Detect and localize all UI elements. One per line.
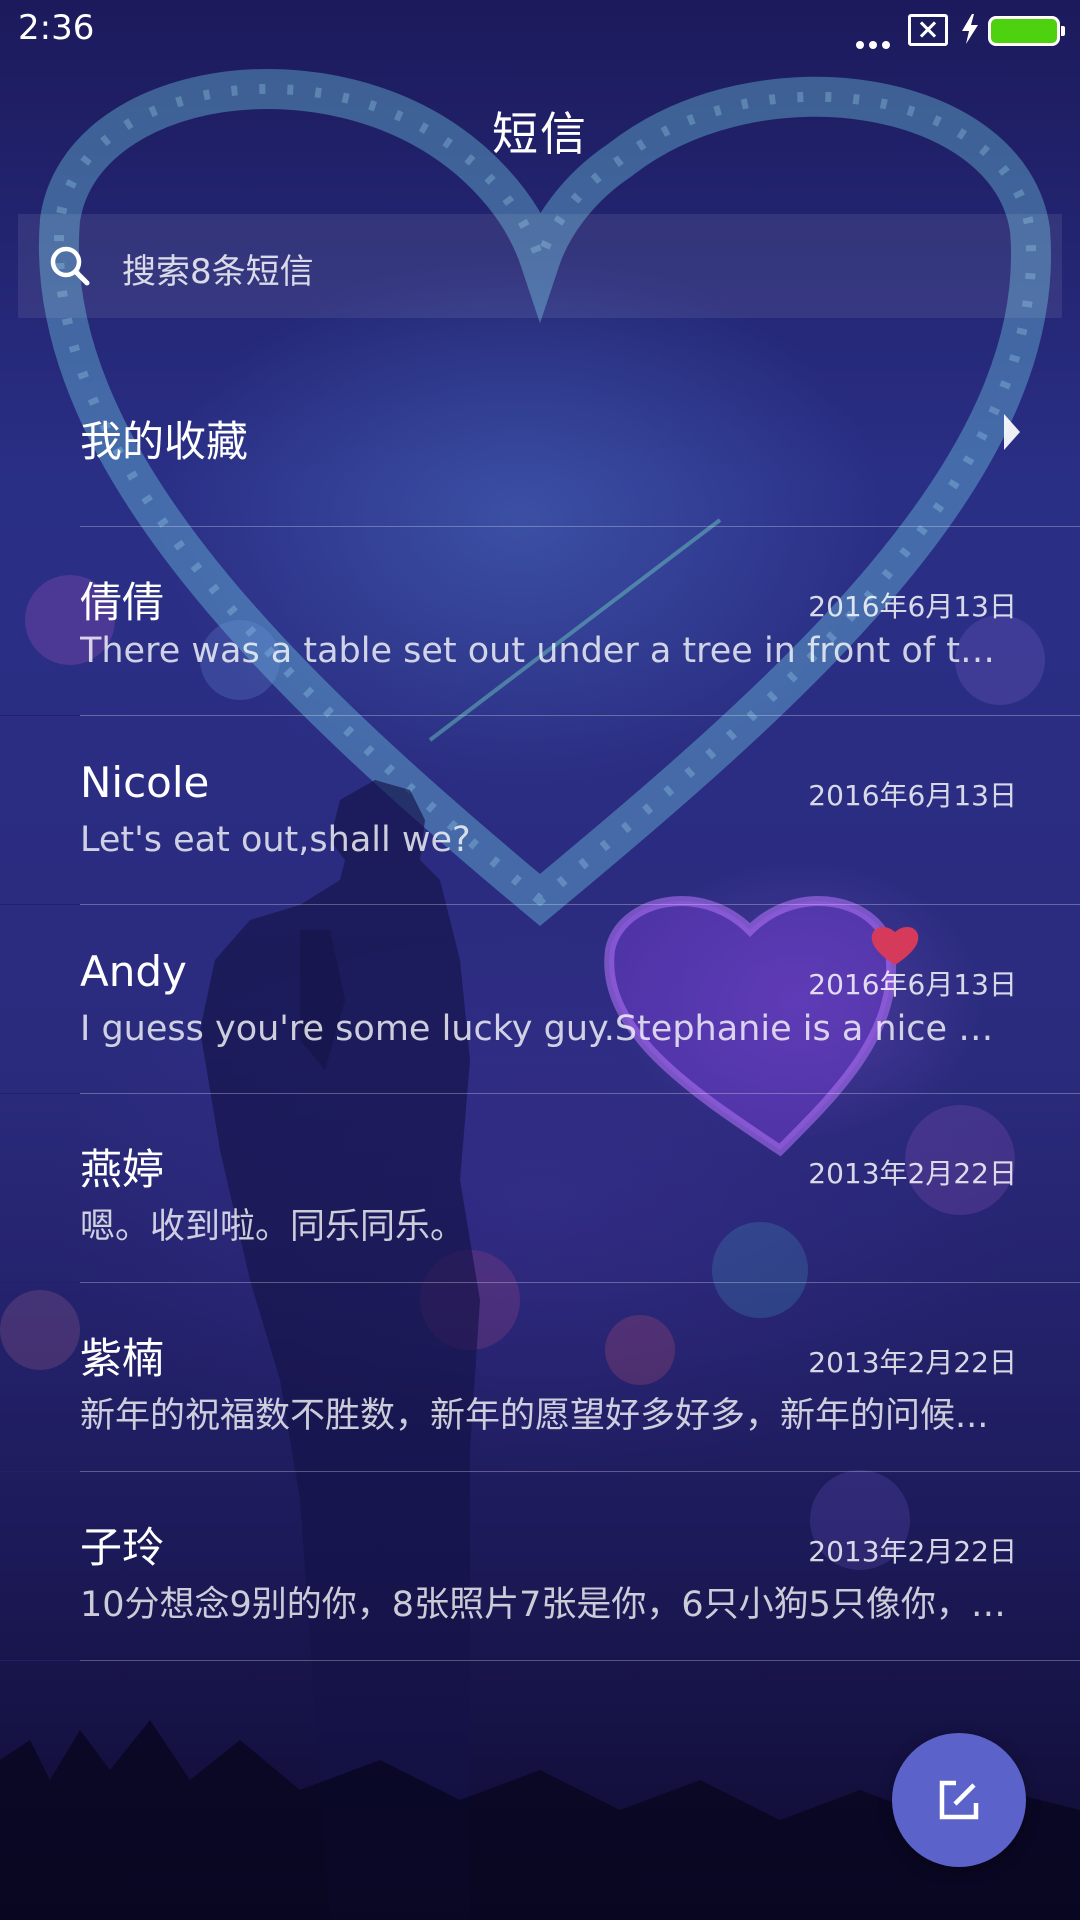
contact-name: 子玲 [80, 1523, 165, 1572]
conversation-item[interactable]: Nicole 2016年6月13日 Let's eat out,shall we… [0, 716, 1080, 905]
message-preview: 嗯。收到啦。同乐同乐。 [80, 1207, 466, 1247]
contact-name: 紫楠 [80, 1334, 165, 1383]
conversation-item[interactable]: 紫楠 2013年2月22日 新年的祝福数不胜数，新年的愿望好多好多，新年的问候.… [0, 1283, 1080, 1472]
sms-app-screen: 2:36 短信 搜索8条短信 我的收藏 倩倩 2016年6月13日 There … [0, 0, 1080, 1920]
search-bar[interactable]: 搜索8条短信 [18, 214, 1062, 318]
contact-name: 燕婷 [80, 1145, 165, 1194]
battery-icon [988, 16, 1065, 46]
message-preview: 新年的祝福数不胜数，新年的愿望好多好多，新年的问候... [80, 1396, 989, 1436]
conversation-item[interactable]: 子玲 2013年2月22日 10分想念9别的你，8张照片7张是你，6只小狗5只像… [0, 1472, 1080, 1661]
conversation-item[interactable]: 燕婷 2013年2月22日 嗯。收到啦。同乐同乐。 [0, 1094, 1080, 1283]
no-sim-icon [908, 14, 948, 46]
charging-bolt-icon [962, 14, 978, 44]
message-preview: Let's eat out,shall we? [80, 820, 471, 860]
message-preview: There was a table set out under a tree i… [80, 631, 1015, 671]
message-date: 2016年6月13日 [808, 968, 1017, 1001]
search-input-placeholder[interactable]: 搜索8条短信 [122, 244, 314, 293]
message-preview: I guess you're some lucky guy.Stephanie … [80, 1009, 1015, 1049]
contact-name: Nicole [80, 758, 210, 807]
compose-icon [939, 1780, 979, 1820]
message-date: 2013年2月22日 [808, 1157, 1017, 1190]
more-dots-icon [856, 34, 895, 53]
message-date: 2016年6月13日 [808, 590, 1017, 623]
contact-name: 倩倩 [80, 578, 165, 627]
page-title: 短信 [492, 107, 588, 161]
message-preview: 10分想念9别的你，8张照片7张是你，6只小狗5只像你，4... [80, 1585, 1015, 1625]
search-icon [50, 246, 90, 286]
status-icons [856, 12, 1066, 52]
message-date: 2016年6月13日 [808, 779, 1017, 812]
chevron-right-icon [1004, 414, 1020, 450]
message-list: 倩倩 2016年6月13日 There was a table set out … [0, 527, 1080, 1661]
contact-name: Andy [80, 947, 187, 996]
conversation-item[interactable]: 倩倩 2016年6月13日 There was a table set out … [0, 527, 1080, 716]
conversation-item[interactable]: Andy 2016年6月13日 I guess you're some luck… [0, 905, 1080, 1094]
message-date: 2013年2月22日 [808, 1346, 1017, 1379]
status-bar: 2:36 [0, 0, 1080, 62]
compose-button[interactable] [892, 1733, 1026, 1867]
status-time: 2:36 [18, 8, 95, 48]
favorites-row[interactable]: 我的收藏 [0, 370, 1080, 490]
favorites-label: 我的收藏 [80, 417, 249, 466]
message-date: 2013年2月22日 [808, 1535, 1017, 1568]
